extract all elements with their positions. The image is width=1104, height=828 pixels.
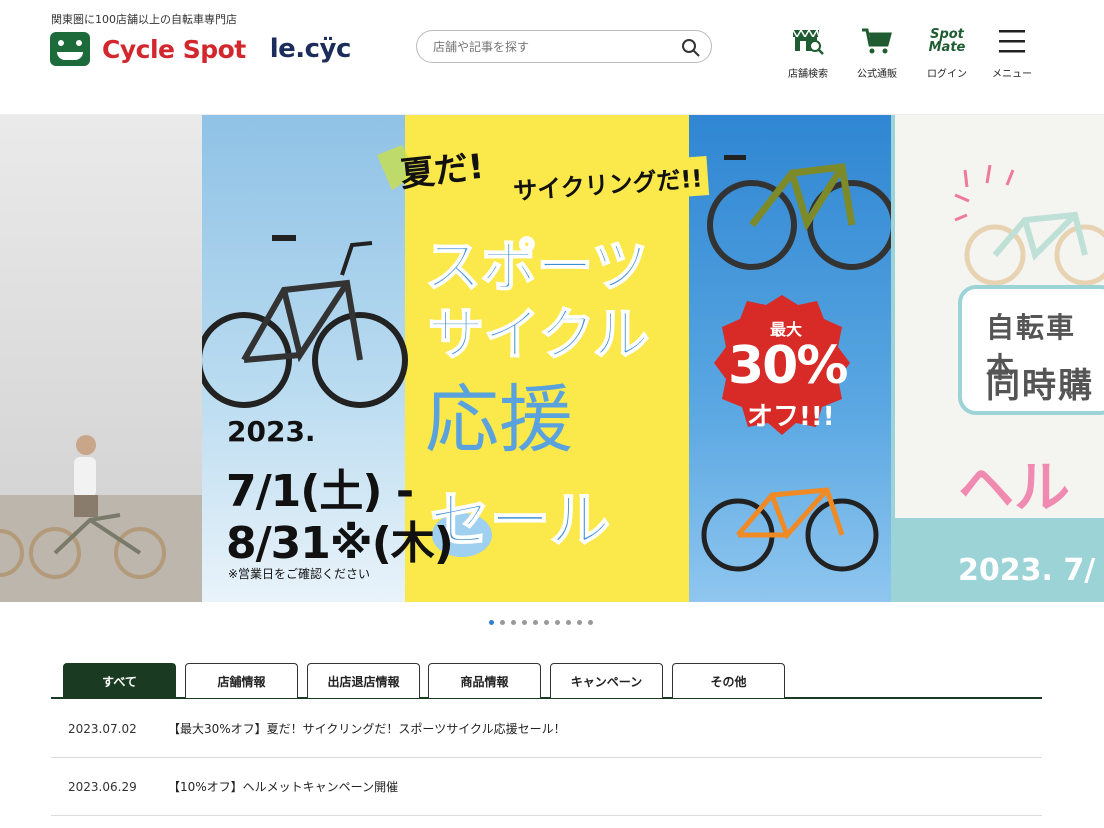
- carousel-slide-prev[interactable]: [0, 115, 202, 602]
- right-slide-year: 2023. 7/: [958, 553, 1096, 588]
- tab-products[interactable]: 商品情報: [428, 663, 541, 698]
- search-icon[interactable]: [681, 38, 701, 58]
- hamburger-icon: [994, 26, 1030, 56]
- carousel-dot[interactable]: [522, 620, 527, 625]
- site-header: 関東圏に100店舗以上の自転車専門店 Cycle Spot le.cÿc 店舗検…: [0, 0, 1104, 115]
- news-date: 2023.07.02: [68, 721, 137, 736]
- spotmate-icon-line2: Mate: [928, 40, 966, 55]
- frog-logo-icon[interactable]: [50, 32, 90, 66]
- tab-all[interactable]: すべて: [63, 663, 176, 698]
- site-search: [416, 30, 712, 63]
- tab-opening-closing[interactable]: 出店退店情報: [307, 663, 420, 698]
- sale-year: 2023.: [227, 415, 316, 448]
- news-item[interactable]: 2023.06.29 【10%オフ】ヘルメットキャンペーン開催: [51, 758, 1042, 816]
- carousel-dot[interactable]: [511, 620, 516, 625]
- carousel-dot[interactable]: [500, 620, 505, 625]
- nav-store-search[interactable]: 店舗検索: [788, 26, 828, 80]
- hero-carousel[interactable]: 夏だ! サイクリングだ!! スポーツ サイクル 応援 セール 2023. 7/1…: [0, 115, 1104, 602]
- news-title-link[interactable]: 【最大30%オフ】夏だ！サイクリングだ！スポーツサイクル応援セール！: [168, 720, 566, 737]
- nav-online-shop[interactable]: 公式通販: [857, 26, 897, 80]
- sale-note: ※営業日をご確認ください: [228, 567, 371, 581]
- cycle-spot-logo[interactable]: Cycle Spot: [102, 35, 246, 64]
- nav-online-shop-label: 公式通販: [857, 69, 897, 80]
- tab-other[interactable]: その他: [672, 663, 785, 698]
- news-tabs: すべて 店舗情報 出店退店情報 商品情報 キャンペーン その他: [51, 663, 1042, 699]
- nav-menu[interactable]: メニュー: [992, 26, 1032, 80]
- news-item[interactable]: 2023.07.02 【最大30%オフ】夏だ！サイクリングだ！スポーツサイクル応…: [51, 700, 1042, 758]
- search-input[interactable]: [433, 37, 673, 57]
- carousel-dot[interactable]: [544, 620, 549, 625]
- carousel-dot[interactable]: [533, 620, 538, 625]
- sale-end-date: 8/31※(木): [226, 518, 454, 569]
- cart-icon: [859, 26, 895, 56]
- logo-area: Cycle Spot le.cÿc: [50, 32, 351, 66]
- store-search-icon: [790, 26, 826, 56]
- badge-discount: 30%: [728, 336, 848, 396]
- carousel-dot[interactable]: [555, 620, 560, 625]
- hero-headline-1: 夏だ!: [398, 146, 486, 196]
- carousel-dot[interactable]: [566, 620, 571, 625]
- hero-big-text-3: 応援: [425, 377, 573, 463]
- hero-big-text-4: セール: [429, 485, 611, 557]
- tab-store-info[interactable]: 店舗情報: [185, 663, 298, 698]
- carousel-dot[interactable]: [577, 620, 582, 625]
- badge-off-text: オフ!!!: [747, 402, 835, 432]
- spotmate-icon: Spot Mate: [928, 26, 966, 56]
- news-title-link[interactable]: 【10%オフ】ヘルメットキャンペーン開催: [168, 778, 398, 795]
- carousel-dot[interactable]: [588, 620, 593, 625]
- nav-login[interactable]: Spot Mate ログイン: [927, 26, 967, 80]
- nav-store-search-label: 店舗検索: [788, 69, 828, 80]
- nav-login-label: ログイン: [927, 69, 967, 80]
- right-slide-line-2: 同時購: [986, 366, 1094, 406]
- news-date: 2023.06.29: [68, 779, 137, 794]
- carousel-dot[interactable]: [489, 620, 494, 625]
- carousel-dots: [489, 620, 593, 625]
- site-tagline: 関東圏に100店舗以上の自転車専門店: [51, 13, 237, 26]
- lecyc-logo[interactable]: le.cÿc: [270, 34, 352, 64]
- cyclist-photo: [0, 435, 202, 602]
- tab-campaign[interactable]: キャンペーン: [550, 663, 663, 698]
- news-list: 2023.07.02 【最大30%オフ】夏だ！サイクリングだ！スポーツサイクル応…: [51, 700, 1042, 816]
- nav-menu-label: メニュー: [992, 69, 1032, 80]
- hero-big-text-2: サイクル: [427, 302, 650, 369]
